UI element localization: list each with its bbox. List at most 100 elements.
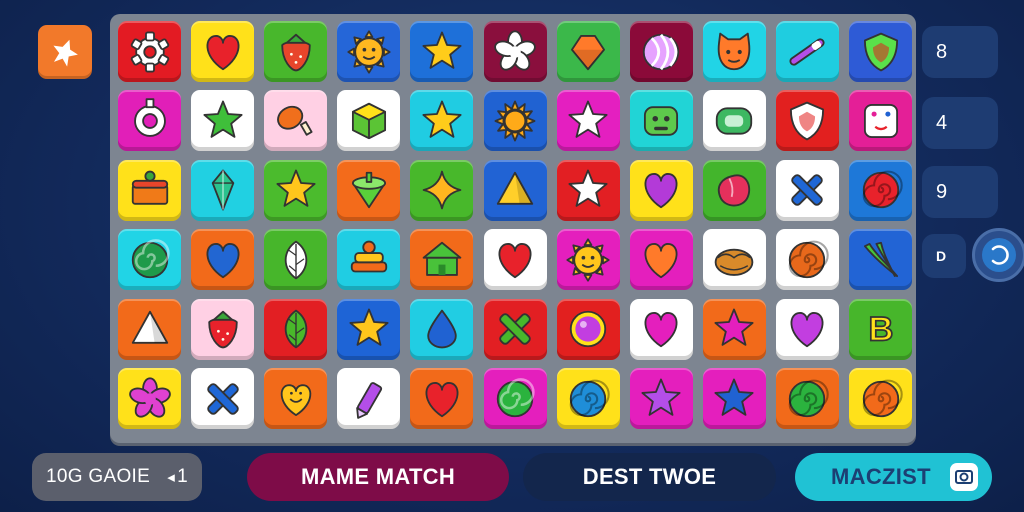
tile-r3-c5[interactable] — [410, 159, 474, 221]
tile-r2-c3[interactable] — [264, 90, 328, 152]
stack-icon — [350, 240, 387, 273]
tile-r2-c4[interactable] — [337, 90, 401, 152]
tile-r2-c2[interactable] — [191, 90, 255, 152]
tile-r3-c6[interactable] — [483, 159, 547, 221]
tile-r1-c10[interactable] — [775, 21, 839, 82]
star-icon — [714, 378, 754, 416]
tile-r1-c6[interactable] — [483, 21, 547, 82]
tile-r3-c3[interactable] — [264, 159, 328, 221]
tile-r4-c11[interactable] — [849, 229, 912, 291]
tile-r1-c11[interactable] — [849, 21, 912, 82]
corner-menu-button[interactable] — [38, 25, 92, 79]
tile-r6-c3[interactable] — [264, 368, 328, 429]
tile-r4-c9[interactable] — [702, 229, 766, 291]
tile-r2-c11[interactable] — [849, 90, 912, 152]
tile-r1-c8[interactable] — [629, 21, 693, 82]
spiral-icon — [862, 170, 903, 209]
counter-4: D — [922, 234, 966, 278]
crayon-icon — [355, 381, 382, 419]
tile-r4-c1[interactable] — [118, 229, 181, 291]
tile-r2-c1[interactable] — [118, 90, 181, 152]
spiral-icon — [569, 379, 610, 417]
pyramid-icon — [131, 310, 168, 344]
pie-icon — [714, 248, 754, 276]
tile-r6-c10[interactable] — [775, 368, 839, 429]
tile-r3-c4[interactable] — [337, 159, 401, 221]
tile-r4-c6[interactable] — [483, 229, 547, 291]
tile-r5-c3[interactable] — [264, 298, 328, 360]
tile-r6-c6[interactable] — [483, 368, 547, 429]
tile-r1-c4[interactable] — [337, 21, 401, 82]
tile-r3-c7[interactable] — [556, 159, 620, 221]
tile-r3-c10[interactable] — [775, 159, 839, 221]
heart-icon — [206, 34, 240, 70]
star-icon — [276, 169, 316, 208]
extra-button-label: MACZIST — [831, 464, 931, 489]
match-button[interactable]: MAME MATCH — [247, 453, 509, 501]
counter-4-value: D — [936, 248, 947, 264]
tile-r5-c9[interactable] — [702, 298, 766, 360]
tile-r2-c5[interactable] — [410, 90, 474, 152]
tile-r1-c5[interactable] — [410, 21, 474, 82]
leaf-icon — [284, 240, 307, 280]
cross-icon — [499, 313, 531, 345]
strawberry-icon — [207, 310, 238, 349]
tile-r1-c1[interactable] — [118, 21, 181, 82]
tile-r6-c5[interactable] — [410, 368, 474, 429]
mode-selector[interactable]: 10G GAOIE ◂ 1 — [32, 453, 202, 501]
banana-icon — [863, 241, 898, 277]
swirl-icon — [131, 238, 170, 278]
tile-r1-c3[interactable] — [264, 21, 328, 82]
tile-r5-c8[interactable] — [629, 298, 693, 360]
extra-button[interactable]: MACZIST — [795, 453, 992, 501]
heart-icon — [790, 312, 824, 348]
counter-1-value: 8 — [936, 40, 948, 63]
counter-3: 9 — [922, 166, 998, 218]
tile-r2-c8[interactable] — [629, 90, 693, 152]
best-score-button[interactable]: DEST TWOE — [523, 453, 776, 501]
top-icon — [351, 172, 386, 209]
tile-r3-c8[interactable] — [629, 159, 693, 221]
tile-r3-c1[interactable] — [118, 159, 181, 221]
tile-r6-c9[interactable] — [702, 368, 766, 429]
tile-r1-c7[interactable] — [556, 21, 620, 82]
drumstick-icon — [276, 105, 313, 136]
tile-r6-c2[interactable] — [191, 368, 255, 429]
tile-r4-c8[interactable] — [629, 229, 693, 291]
star-icon — [422, 100, 462, 138]
tile-r5-c5[interactable] — [410, 298, 474, 360]
cross-icon — [206, 382, 239, 415]
tile-r6-c4[interactable] — [337, 368, 401, 429]
tile-r4-c2[interactable] — [191, 229, 255, 291]
tile-r4-c4[interactable] — [337, 229, 401, 291]
tile-r4-c3[interactable] — [264, 229, 328, 291]
tile-r2-c10[interactable] — [775, 90, 839, 152]
tile-r5-c10[interactable] — [775, 298, 839, 360]
face-icon — [718, 32, 751, 70]
tile-r5-c4[interactable] — [337, 298, 401, 360]
tile-r1-c9[interactable] — [702, 21, 766, 82]
tile-r6-c7[interactable] — [556, 368, 620, 429]
tile-r2-c9[interactable] — [702, 90, 766, 152]
tile-r3-c2[interactable] — [191, 159, 255, 221]
tile-r3-c11[interactable] — [849, 159, 912, 221]
tile-r5-c11[interactable]: B — [849, 298, 912, 360]
tile-r5-c6[interactable] — [483, 298, 547, 360]
tile-r4-c5[interactable] — [410, 229, 474, 291]
tile-r3-c9[interactable] — [702, 159, 766, 221]
tile-r6-c11[interactable] — [849, 368, 912, 429]
tile-r4-c10[interactable] — [775, 229, 839, 291]
tile-r5-c7[interactable] — [556, 298, 620, 360]
sun-face-icon — [566, 238, 610, 282]
tile-r5-c2[interactable] — [191, 298, 255, 360]
tile-r1-c2[interactable] — [191, 21, 255, 82]
refresh-button[interactable] — [972, 228, 1024, 282]
tile-r5-c1[interactable] — [118, 298, 181, 360]
tile-r6-c8[interactable] — [629, 368, 693, 429]
tile-r2-c6[interactable] — [483, 90, 547, 152]
match-button-label: MAME MATCH — [300, 464, 456, 489]
tile-r4-c7[interactable] — [556, 229, 620, 291]
tile-r2-c7[interactable] — [556, 90, 620, 152]
tile-r6-c1[interactable] — [118, 368, 181, 429]
best-score-label: DEST TWOE — [582, 464, 717, 489]
